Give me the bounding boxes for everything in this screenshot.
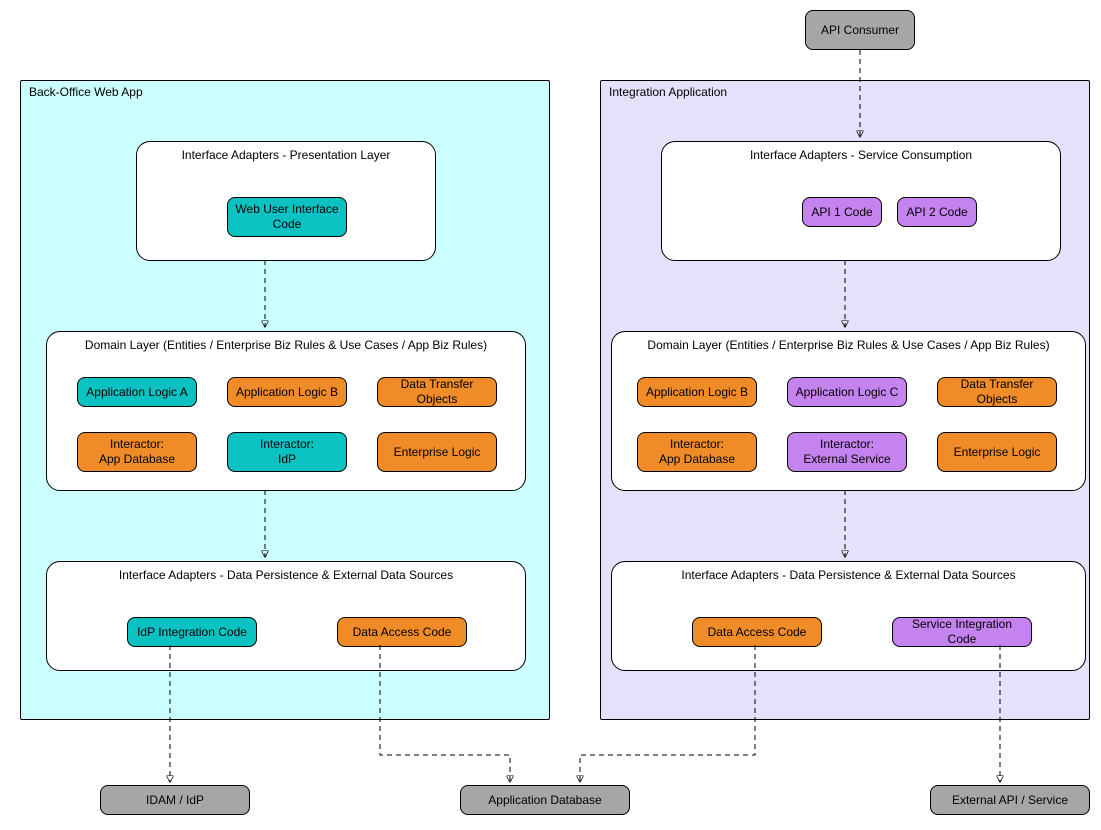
label: Data Transfer Objects: [942, 377, 1052, 407]
idam-node: IDAM / IdP: [100, 785, 250, 815]
label: Service Integration Code: [897, 617, 1027, 647]
idp-integration-code: IdP Integration Code: [127, 617, 257, 647]
app-logic-a: Application Logic A: [77, 377, 197, 407]
backoffice-title: Back-Office Web App: [29, 85, 143, 99]
integration-container: Integration Application Interface Adapte…: [600, 80, 1090, 720]
label: Application Logic B: [236, 385, 338, 400]
app-logic-c: Application Logic C: [787, 377, 907, 407]
interactor-db: Interactor: App Database: [77, 432, 197, 472]
label: Application Database: [488, 793, 601, 808]
left-domain-layer: Domain Layer (Entities / Enterprise Biz …: [46, 331, 526, 491]
label: Interactor: App Database: [99, 437, 175, 467]
label: Enterprise Logic: [954, 445, 1041, 460]
right-domain-layer: Domain Layer (Entities / Enterprise Biz …: [611, 331, 1086, 491]
web-ui-node: Web User Interface Code: [227, 197, 347, 237]
dto: Data Transfer Objects: [937, 377, 1057, 407]
backoffice-container: Back-Office Web App Interface Adapters -…: [20, 80, 550, 720]
label: IDAM / IdP: [146, 793, 204, 808]
label: Interactor: External Service: [803, 437, 890, 467]
app-database-node: Application Database: [460, 785, 630, 815]
label: Application Logic C: [796, 385, 899, 400]
interactor-db: Interactor: App Database: [637, 432, 757, 472]
layer-title: Interface Adapters - Service Consumption: [662, 148, 1060, 162]
label: Data Transfer Objects: [382, 377, 492, 407]
layer-title: Interface Adapters - Presentation Layer: [137, 148, 435, 162]
integration-title: Integration Application: [609, 85, 727, 99]
api2-node: API 2 Code: [897, 197, 977, 227]
label: Data Access Code: [353, 625, 452, 640]
app-logic-b: Application Logic B: [637, 377, 757, 407]
layer-title: Domain Layer (Entities / Enterprise Biz …: [612, 338, 1085, 352]
layer-title: Interface Adapters - Data Persistence & …: [612, 568, 1085, 582]
label: API Consumer: [821, 23, 899, 38]
label: Interactor: IdP: [260, 437, 314, 467]
right-persistence-layer: Interface Adapters - Data Persistence & …: [611, 561, 1086, 671]
label: Data Access Code: [708, 625, 807, 640]
api-consumer-node: API Consumer: [805, 10, 915, 50]
label: Application Logic B: [646, 385, 748, 400]
interactor-idp: Interactor: IdP: [227, 432, 347, 472]
label: API 1 Code: [811, 205, 872, 220]
enterprise-logic: Enterprise Logic: [377, 432, 497, 472]
label: External API / Service: [952, 793, 1068, 808]
label: IdP Integration Code: [137, 625, 247, 640]
left-persistence-layer: Interface Adapters - Data Persistence & …: [46, 561, 526, 671]
layer-title: Domain Layer (Entities / Enterprise Biz …: [47, 338, 525, 352]
label: Web User Interface Code: [232, 202, 342, 232]
label: Enterprise Logic: [394, 445, 481, 460]
app-logic-b: Application Logic B: [227, 377, 347, 407]
layer-title: Interface Adapters - Data Persistence & …: [47, 568, 525, 582]
data-access-code: Data Access Code: [692, 617, 822, 647]
label: Application Logic A: [86, 385, 187, 400]
service-integration-code: Service Integration Code: [892, 617, 1032, 647]
dto: Data Transfer Objects: [377, 377, 497, 407]
api1-node: API 1 Code: [802, 197, 882, 227]
enterprise-logic: Enterprise Logic: [937, 432, 1057, 472]
label: Interactor: App Database: [659, 437, 735, 467]
external-service-node: External API / Service: [930, 785, 1090, 815]
right-service-layer: Interface Adapters - Service Consumption…: [661, 141, 1061, 261]
interactor-ext: Interactor: External Service: [787, 432, 907, 472]
left-presentation-layer: Interface Adapters - Presentation Layer …: [136, 141, 436, 261]
data-access-code: Data Access Code: [337, 617, 467, 647]
label: API 2 Code: [906, 205, 967, 220]
